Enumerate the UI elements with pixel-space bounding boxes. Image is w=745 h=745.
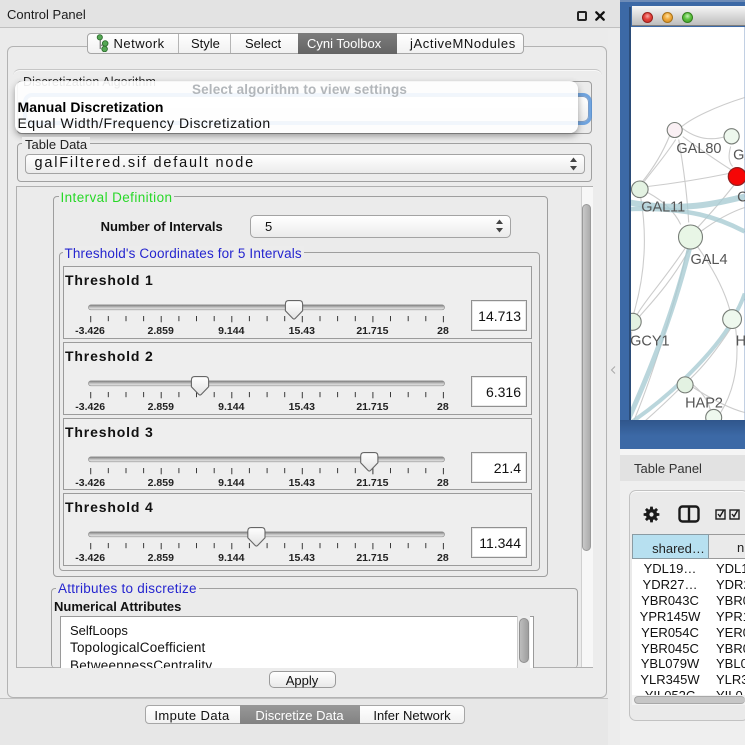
svg-text:C: C bbox=[737, 189, 744, 205]
svg-text:H: H bbox=[736, 333, 745, 349]
svg-text:GAL11: GAL11 bbox=[641, 199, 685, 215]
svg-text:GAL80: GAL80 bbox=[677, 140, 722, 156]
svg-text:HAP2: HAP2 bbox=[685, 395, 723, 411]
svg-text:GAL4: GAL4 bbox=[691, 251, 728, 267]
svg-text:GA: GA bbox=[733, 147, 744, 163]
svg-text:GCY1: GCY1 bbox=[631, 333, 670, 349]
